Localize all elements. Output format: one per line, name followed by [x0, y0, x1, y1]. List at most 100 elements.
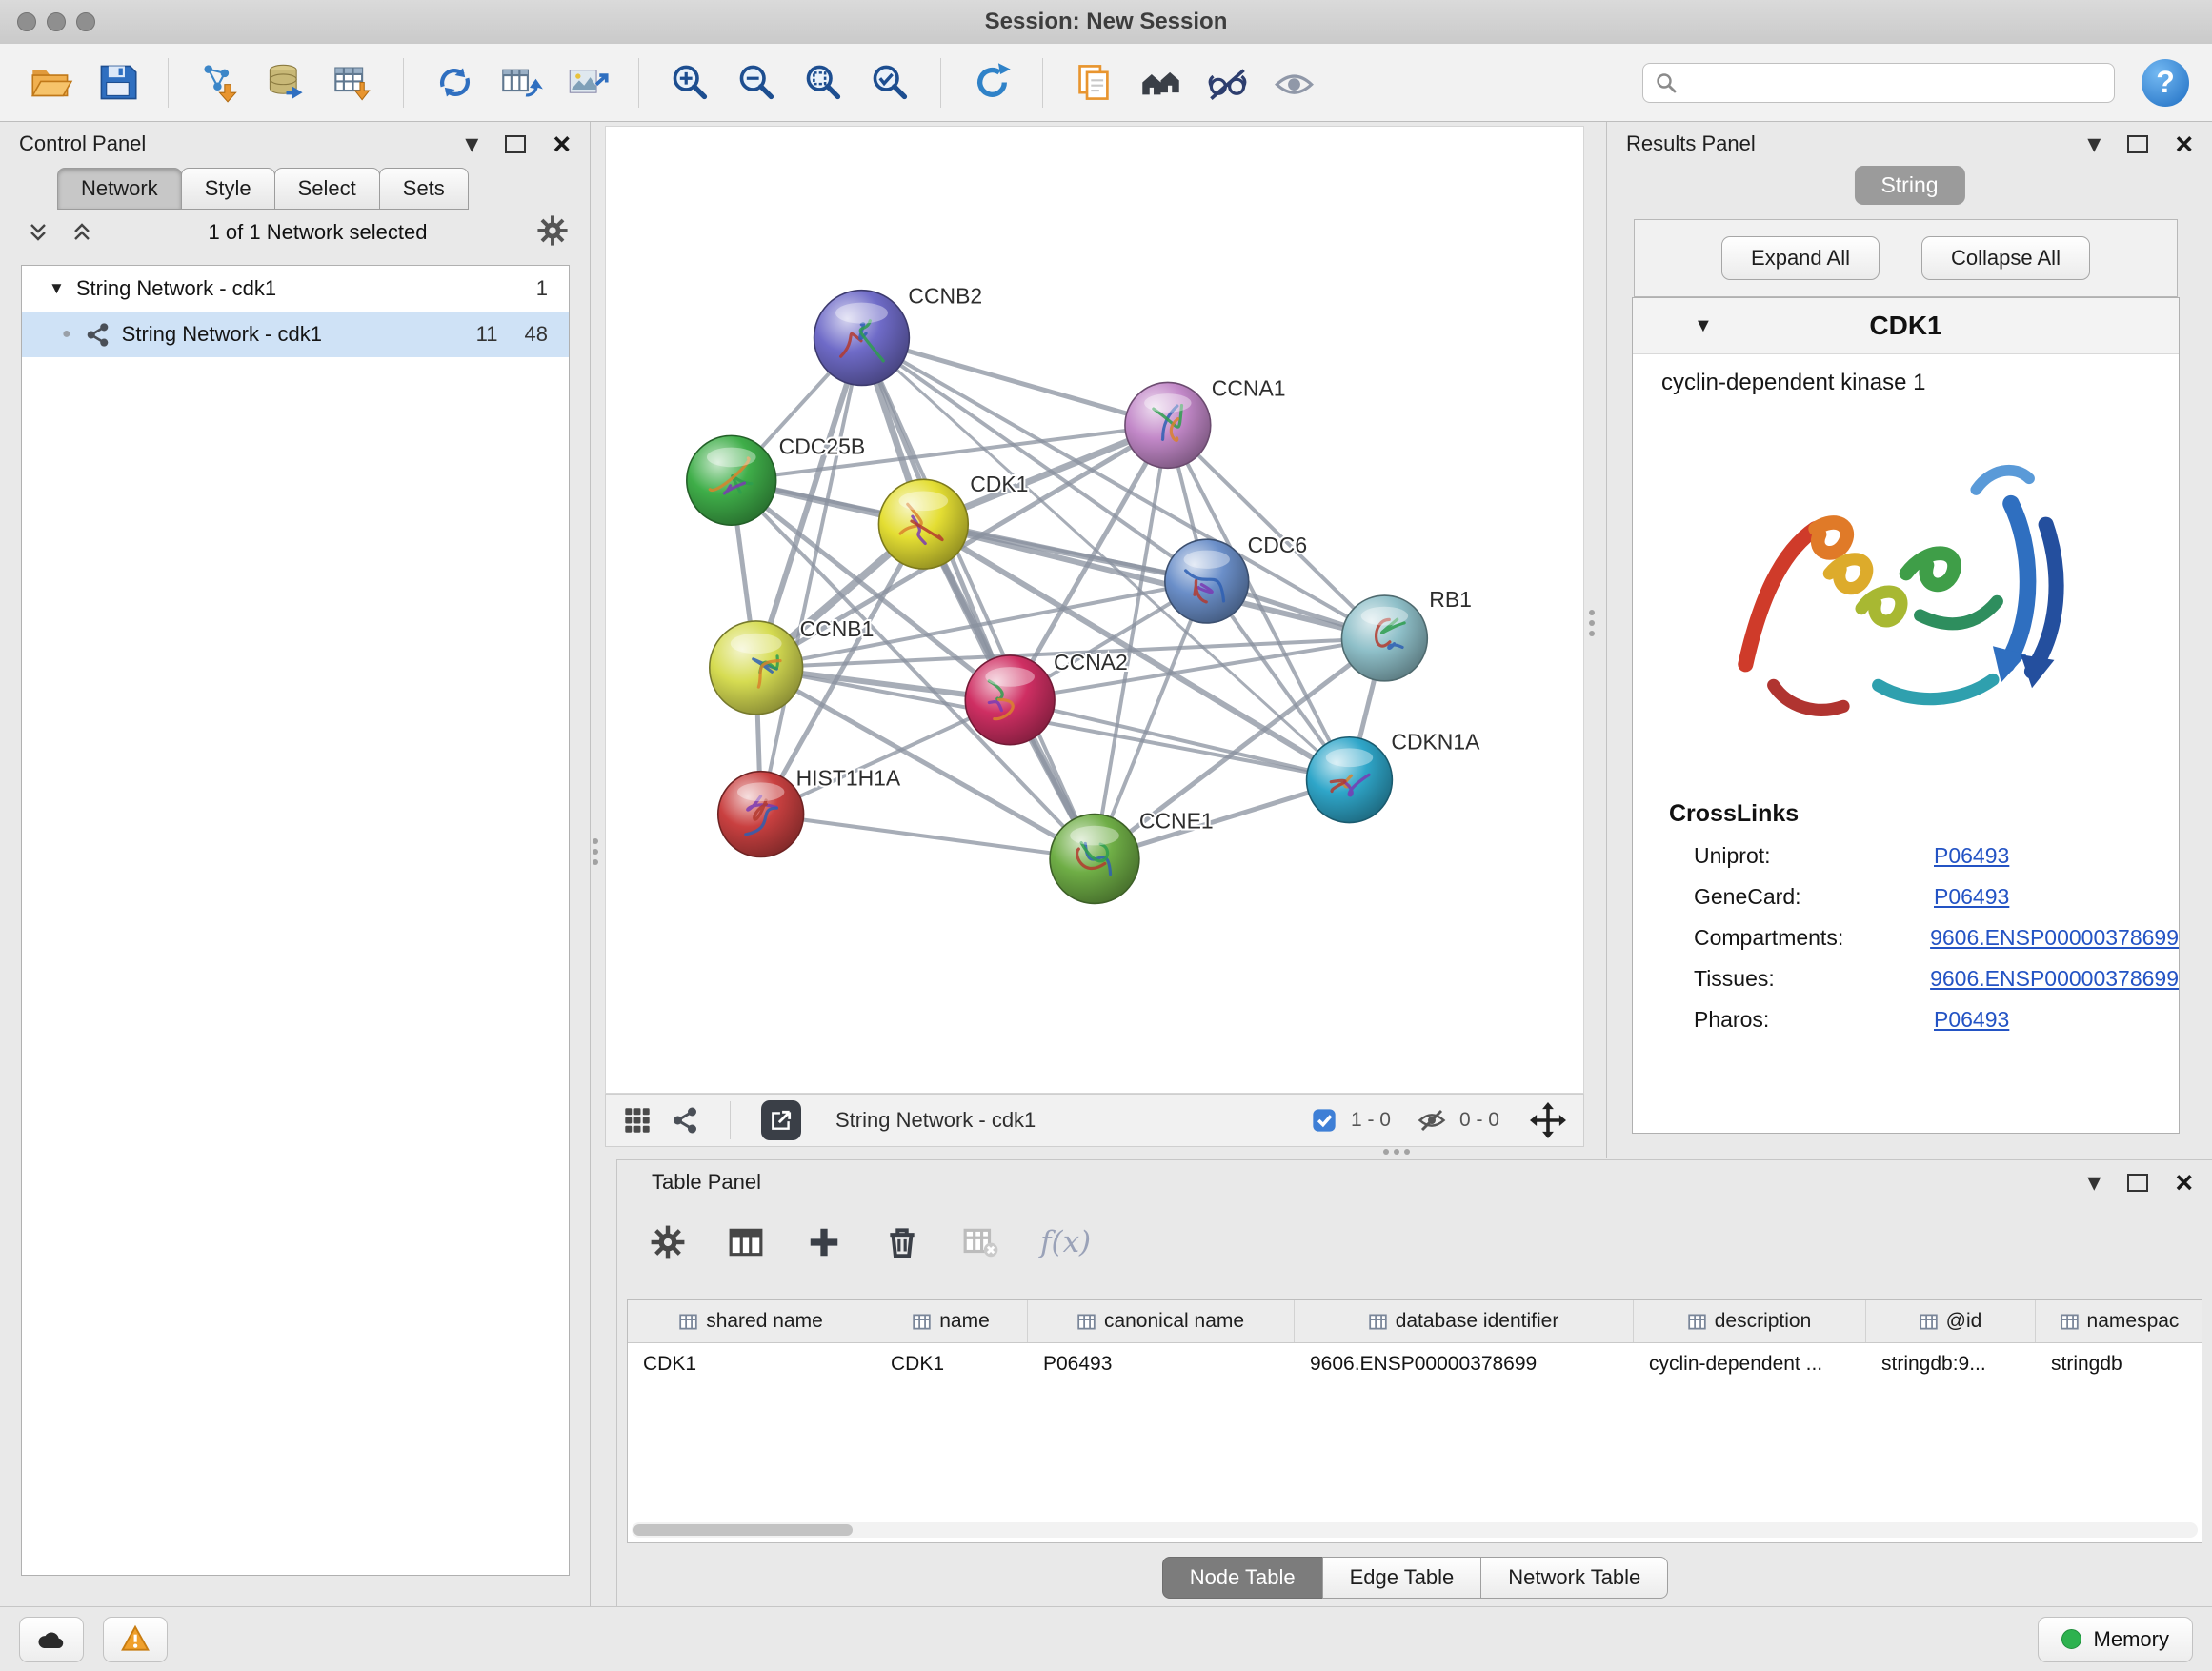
column-header-namespac[interactable]: namespac [2036, 1300, 2202, 1342]
network-node-CDC6[interactable]: CDC6 [1165, 533, 1307, 623]
close-panel-icon[interactable]: × [2175, 129, 2193, 159]
network-canvas[interactable]: CCNB2CCNA1CDC25BCDK1CDC6RB1CCNB1CCNA2CDK… [605, 126, 1584, 1094]
tab-edge-table[interactable]: Edge Table [1322, 1557, 1482, 1599]
column-header-description[interactable]: description [1634, 1300, 1866, 1342]
genecard-link[interactable]: P06493 [1934, 884, 2009, 910]
svg-text:CCNE1: CCNE1 [1139, 809, 1214, 834]
pan-crosshair-icon[interactable] [1530, 1102, 1566, 1138]
column-header-database-identifier[interactable]: database identifier [1295, 1300, 1634, 1342]
table-panel-title: Table Panel [652, 1170, 761, 1195]
close-panel-icon[interactable]: × [2175, 1167, 2193, 1198]
minimize-window-button[interactable] [47, 12, 66, 31]
network-node-CDKN1A[interactable]: CDKN1A [1307, 730, 1481, 823]
delete-column-icon[interactable] [884, 1224, 920, 1260]
gear-icon[interactable] [536, 214, 569, 252]
uniprot-link[interactable]: P06493 [1934, 843, 2009, 869]
expand-all-button[interactable]: Expand All [1721, 236, 1880, 280]
scrollbar-thumb[interactable] [633, 1524, 853, 1536]
column-header-id[interactable]: @id [1866, 1300, 2036, 1342]
collapse-panel-icon[interactable]: ▾ [2087, 1169, 2101, 1196]
search-box[interactable] [1642, 63, 2115, 103]
network-row[interactable]: ● String Network - cdk1 11 48 [22, 312, 569, 357]
table-row[interactable]: CDK1CDK1P064939606.ENSP00000378699cyclin… [628, 1343, 2202, 1385]
network-overview-icon[interactable] [671, 1106, 699, 1135]
table-settings-gear-icon[interactable] [650, 1224, 686, 1260]
refresh-icon[interactable] [964, 55, 1019, 111]
show-columns-icon[interactable] [728, 1224, 764, 1260]
network-node-CDC25B[interactable]: CDC25B [687, 433, 865, 525]
warning-icon [120, 1624, 151, 1655]
vertical-splitter[interactable] [1589, 610, 1595, 636]
tissues-link[interactable]: 9606.ENSP00000378699 [1930, 966, 2179, 992]
close-panel-icon[interactable]: × [553, 129, 571, 159]
expand-all-icon[interactable] [65, 217, 99, 248]
collapse-panel-icon[interactable]: ▾ [465, 131, 478, 157]
collapse-panel-icon[interactable]: ▾ [2087, 131, 2101, 157]
help-button[interactable]: ? [2142, 59, 2189, 107]
network-node-CCNA2[interactable]: CCNA2 [965, 650, 1128, 745]
network-node-HIST1H1A[interactable]: HIST1H1A [718, 766, 901, 857]
crosslink-row: GeneCard:P06493 [1633, 876, 2179, 917]
collapse-all-button[interactable]: Collapse All [1921, 236, 2090, 280]
cloud-status-button[interactable] [19, 1617, 84, 1662]
string-tab-badge[interactable]: String [1854, 166, 1964, 205]
tab-network[interactable]: Network [57, 168, 182, 210]
eye-icon[interactable] [1266, 55, 1321, 111]
tab-network-table[interactable]: Network Table [1480, 1557, 1668, 1599]
tab-style[interactable]: Style [181, 168, 275, 210]
glasses-off-icon[interactable] [1199, 55, 1255, 111]
tree-expander-icon[interactable]: ▼ [49, 279, 65, 298]
selected-checkbox-icon[interactable] [1311, 1107, 1337, 1134]
horizontal-splitter[interactable] [1383, 1149, 1410, 1155]
save-icon[interactable] [90, 55, 145, 111]
maximize-panel-icon[interactable] [505, 135, 526, 153]
hidden-items-icon[interactable] [1418, 1106, 1446, 1135]
network-node-CCNA1[interactable]: CCNA1 [1125, 375, 1286, 468]
network-collection-row[interactable]: ▼ String Network - cdk1 1 [22, 266, 569, 312]
tab-select[interactable]: Select [274, 168, 380, 210]
duplicate-doc-icon[interactable] [1066, 55, 1121, 111]
open-icon[interactable] [23, 55, 78, 111]
import-network-icon[interactable] [191, 55, 247, 111]
zoom-fit-icon[interactable] [795, 55, 851, 111]
network-arrows-icon[interactable] [427, 55, 482, 111]
horizontal-scrollbar[interactable] [632, 1522, 2198, 1538]
open-in-window-icon[interactable] [761, 1100, 801, 1140]
memory-button[interactable]: Memory [2038, 1617, 2193, 1662]
homes-icon[interactable] [1133, 55, 1188, 111]
zoom-window-button[interactable] [76, 12, 95, 31]
pharos-link[interactable]: P06493 [1934, 1007, 2009, 1033]
function-builder-icon[interactable]: f(x) [1040, 1225, 1091, 1259]
zoom-in-icon[interactable] [662, 55, 717, 111]
collapse-all-icon[interactable] [21, 217, 55, 248]
tab-node-table[interactable]: Node Table [1162, 1557, 1323, 1599]
gene-header[interactable]: ▼ CDK1 [1633, 298, 2179, 354]
search-input[interactable] [1685, 70, 2102, 95]
network-node-CCNB1[interactable]: CCNB1 [710, 616, 875, 715]
network-edge[interactable] [761, 338, 862, 815]
column-header-canonical-name[interactable]: canonical name [1028, 1300, 1295, 1342]
table-arrows-icon[interactable] [493, 55, 549, 111]
column-header-name[interactable]: name [875, 1300, 1028, 1342]
compartments-link[interactable]: 9606.ENSP00000378699 [1930, 925, 2179, 951]
zoom-selected-icon[interactable] [862, 55, 917, 111]
import-database-icon[interactable] [258, 55, 313, 111]
tab-sets[interactable]: Sets [379, 168, 469, 210]
close-window-button[interactable] [17, 12, 36, 31]
gene-expander-icon[interactable]: ▼ [1694, 315, 1713, 337]
maximize-panel-icon[interactable] [2127, 1174, 2148, 1192]
network-node-RB1[interactable]: RB1 [1341, 587, 1471, 681]
vertical-splitter[interactable] [593, 838, 598, 865]
maximize-panel-icon[interactable] [2127, 135, 2148, 153]
svg-text:CCNB2: CCNB2 [908, 284, 982, 309]
warnings-button[interactable] [103, 1617, 168, 1662]
view-grid-icon[interactable] [623, 1106, 652, 1135]
gene-name: CDK1 [1869, 311, 1941, 341]
import-table-icon[interactable] [325, 55, 380, 111]
image-export-icon[interactable] [560, 55, 615, 111]
network-node-CCNE1[interactable]: CCNE1 [1050, 809, 1214, 904]
column-header-shared-name[interactable]: shared name [628, 1300, 875, 1342]
zoom-out-icon[interactable] [729, 55, 784, 111]
network-edge[interactable] [761, 815, 1095, 859]
add-column-icon[interactable] [806, 1224, 842, 1260]
